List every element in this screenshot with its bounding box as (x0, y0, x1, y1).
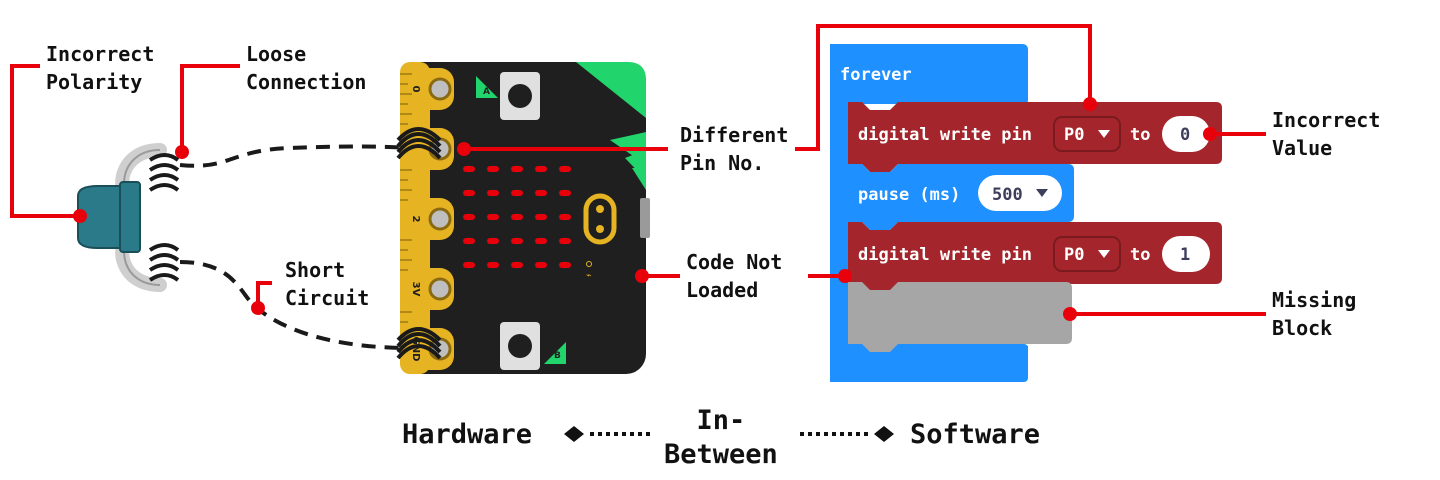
write2-label: digital write pin (858, 245, 1032, 265)
led-pixel (487, 214, 499, 220)
write2-to: to (1130, 245, 1150, 265)
led-pixel (463, 166, 475, 172)
led-pixel (463, 262, 475, 268)
forever-label: forever (840, 65, 912, 85)
led-component (77, 143, 180, 292)
spectrum-in-between: In- Between (664, 405, 778, 470)
led-pixel (511, 190, 523, 196)
led-pixel (535, 214, 547, 220)
led-pixel (511, 262, 523, 268)
led-pixel (559, 190, 571, 196)
led-pixel (559, 238, 571, 244)
led-pixel (511, 214, 523, 220)
label-different-pin: Different Pin No. (680, 123, 789, 175)
write2-value[interactable]: 1 (1180, 245, 1190, 265)
led-pixel (559, 262, 571, 268)
pause-label: pause (ms) (858, 185, 960, 205)
svg-text:⌁: ⌁ (586, 271, 591, 281)
write1-to: to (1130, 125, 1150, 145)
pause-value[interactable]: 500 (992, 185, 1023, 205)
led-pixel (487, 190, 499, 196)
label-code-not-loaded: Code Not Loaded (686, 250, 783, 302)
pin-label-3v: 3V (410, 282, 421, 297)
pin-label-0: 0 (410, 86, 421, 93)
led-pixel (535, 190, 547, 196)
wire-top (179, 144, 411, 168)
label-loose-connection: Loose Connection (246, 42, 367, 94)
led-pixel (535, 262, 547, 268)
led-pixel (463, 238, 475, 244)
led-pixel (511, 166, 523, 172)
led-pixel (535, 166, 547, 172)
microbit-board: 0 2 3V GND A B ⌁ (396, 62, 650, 374)
led-pixel (487, 238, 499, 244)
label-incorrect-polarity: Incorrect Polarity (46, 42, 155, 94)
code-area: forever digital write pin P0 to 0 pause … (830, 44, 1222, 382)
led-pixel (463, 190, 475, 196)
label-incorrect-value: Incorrect Value (1272, 108, 1381, 160)
write1-value[interactable]: 0 (1180, 125, 1190, 145)
led-pixel (559, 214, 571, 220)
button-b-label: B (554, 351, 561, 361)
spectrum-software: Software (910, 419, 1041, 450)
label-missing-block: Missing Block (1272, 288, 1357, 340)
spectrum-hardware: Hardware (402, 419, 533, 450)
label-short-circuit: Short Circuit (285, 258, 370, 310)
write1-label: digital write pin (858, 125, 1032, 145)
button-a-label: A (483, 87, 490, 97)
pin-label-2: 2 (410, 216, 421, 223)
led-pixel (559, 166, 571, 172)
write1-pin[interactable]: P0 (1064, 125, 1084, 145)
led-pixel (487, 166, 499, 172)
led-pixel (463, 214, 475, 220)
write2-pin[interactable]: P0 (1064, 245, 1084, 265)
led-pixel (511, 238, 523, 244)
led-pixel (535, 238, 547, 244)
led-pixel (487, 262, 499, 268)
